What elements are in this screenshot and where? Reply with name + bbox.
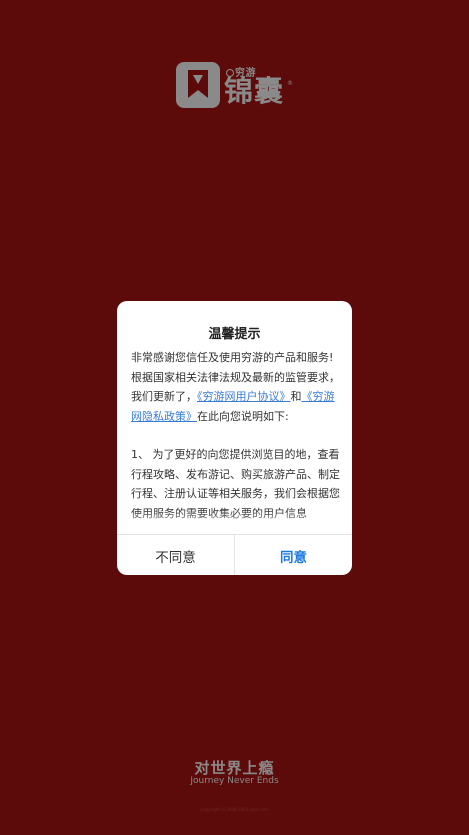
dialog-title: 温馨提示	[208, 327, 261, 342]
terms-item-1: 1、 为了更好的向您提供浏览目的地，查看行程攻略、发布游记、购买旅游产品、制定行…	[131, 448, 340, 520]
app-name: 锦囊	[224, 74, 285, 108]
slogan: 对世界上瘾	[194, 759, 275, 777]
user-agreement-link[interactable]: 《穷游网用户协议》	[197, 390, 291, 403]
intro-paragraph-2: 根据国家相关法律法规及最新的监管要求，我们更新了，《穷游网用户协议》和《穷游网隐…	[131, 368, 340, 427]
intro-2-suffix: 在此向您说明如下:	[197, 409, 289, 423]
intro-paragraph-1: 非常感谢您信任及使用穷游的产品和服务!	[131, 351, 334, 364]
bookmark-logo-icon	[176, 62, 220, 108]
dialog-actions: 不同意 同意	[117, 534, 352, 575]
dialog-body[interactable]: 非常感谢您信任及使用穷游的产品和服务! 根据国家相关法律法规及最新的监管要求，我…	[131, 348, 340, 531]
app-logo: 穷游 锦囊 ®	[176, 60, 296, 110]
copyright-text: Copyright © 2004-2020 Qyer.com	[200, 807, 269, 812]
splash-screen: 穷游 锦囊 ® 温馨提示 非常感谢您信任及使用穷游的产品和服务! 根据国家相关法…	[0, 0, 469, 835]
slogan-english: Journey Never Ends	[190, 776, 279, 786]
conjunction-text: 和	[290, 390, 302, 403]
trademark-mark: ®	[287, 80, 293, 87]
privacy-dialog: 温馨提示 非常感谢您信任及使用穷游的产品和服务! 根据国家相关法律法规及最新的监…	[117, 301, 352, 575]
disagree-button[interactable]: 不同意	[117, 535, 235, 575]
agree-button[interactable]: 同意	[235, 535, 352, 575]
